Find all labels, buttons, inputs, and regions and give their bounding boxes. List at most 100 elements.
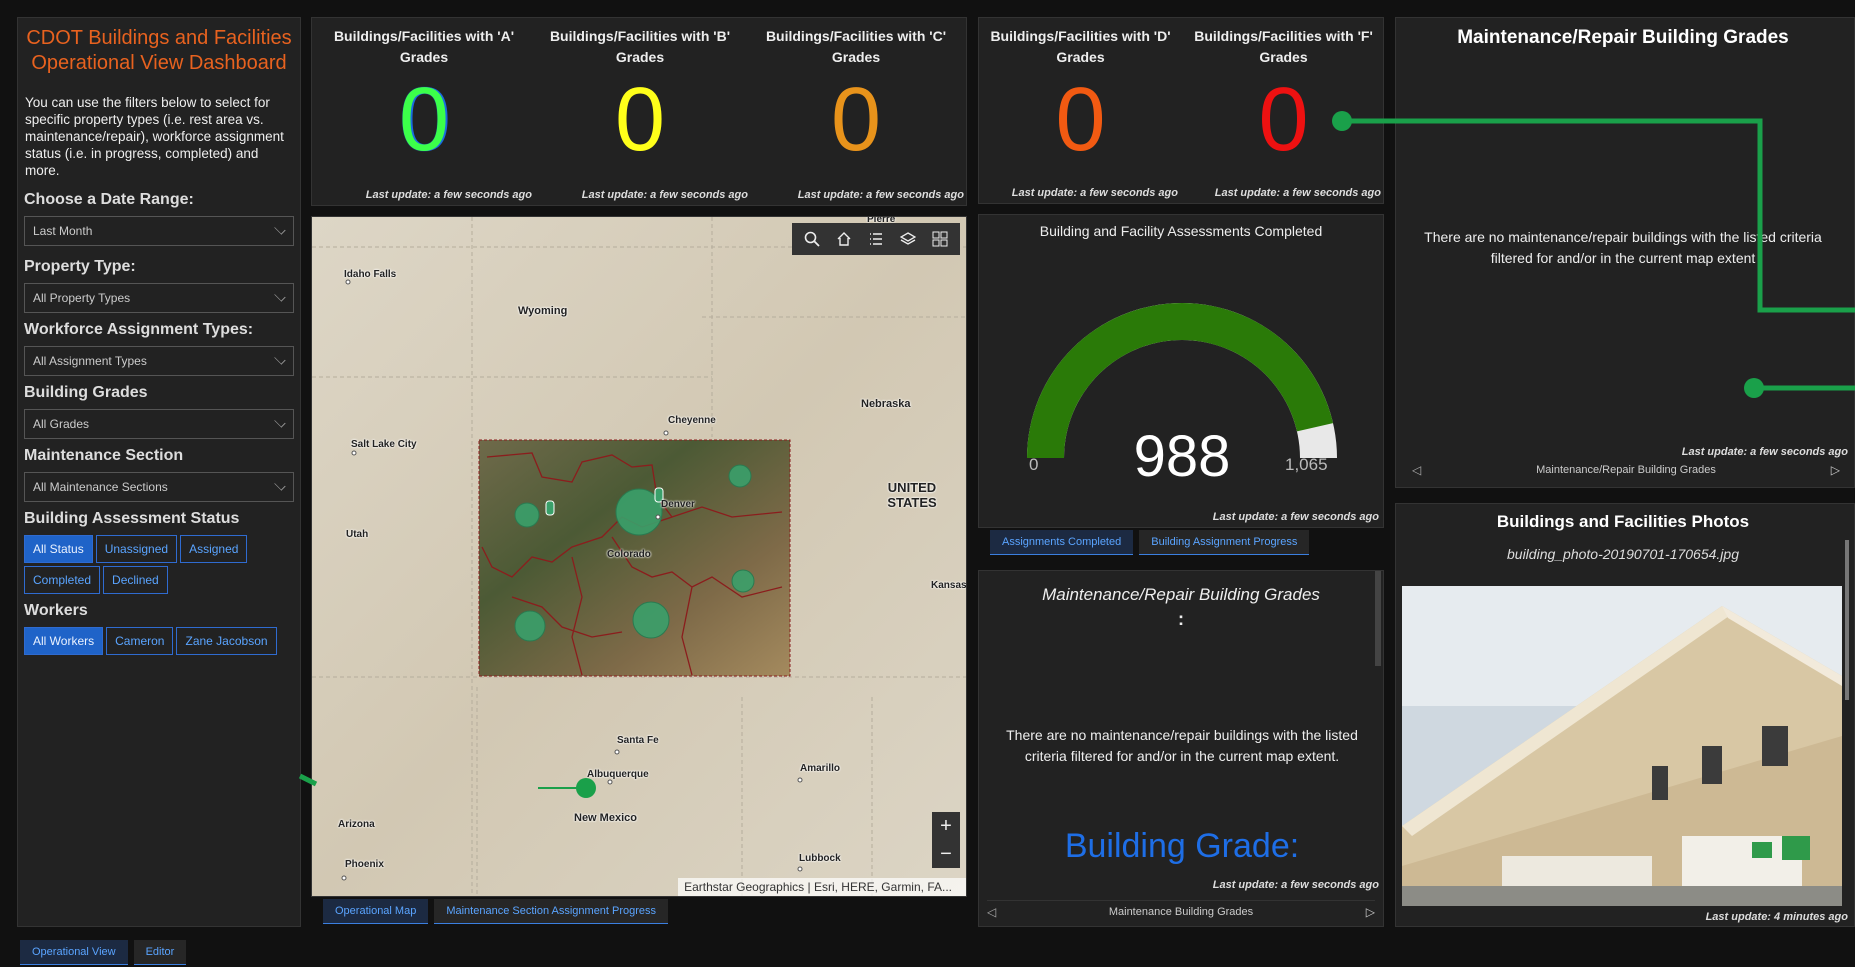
worker-buttons: All Workers Cameron Zane Jacobson (24, 627, 294, 655)
chevron-right-icon[interactable]: ▷ (1831, 463, 1840, 477)
kpi-updated: Last update: a few seconds ago (581, 189, 748, 201)
date-range-select[interactable]: Last Month (24, 216, 294, 246)
map-label: Cheyenne (668, 415, 716, 426)
legend-icon[interactable] (860, 226, 892, 252)
assessments-gauge-panel: Building and Facility Assessments Comple… (978, 214, 1384, 528)
maintenance-section-select[interactable]: All Maintenance Sections (24, 472, 294, 502)
filter-sidebar: CDOT Buildings and Facilities Operationa… (17, 17, 301, 927)
basemap-gallery-icon[interactable] (924, 226, 956, 252)
photos-panel: Buildings and Facilities Photos building… (1395, 503, 1855, 927)
map-toolbar (792, 223, 960, 255)
home-icon[interactable] (828, 226, 860, 252)
kpi-updated: Last update: a few seconds ago (365, 189, 532, 201)
workforce-type-value: All Assignment Types (33, 354, 147, 368)
maintenance-grades-message: There are no maintenance/repair building… (1424, 229, 1822, 266)
gauge-tabs: Assignments Completed Building Assignmen… (990, 530, 1310, 555)
tab-operational-map[interactable]: Operational Map (323, 899, 429, 924)
maintenance-section-label: Maintenance Section (24, 447, 184, 464)
status-button-all[interactable]: All Status (24, 535, 93, 563)
kpi-grade-d[interactable]: Buildings/Facilities with 'D' Grades 0 L… (979, 18, 1182, 203)
chevron-left-icon[interactable]: ◁ (1412, 463, 1421, 477)
kpi-title: Buildings/Facilities with 'C' Grades (765, 28, 947, 65)
grade-detail-nav-label: Maintenance Building Grades (1108, 905, 1254, 918)
grade-detail-colon: : (1178, 609, 1184, 629)
status-button-completed[interactable]: Completed (24, 566, 101, 594)
chevron-left-icon[interactable]: ◁ (987, 905, 996, 919)
status-button-unassigned[interactable]: Unassigned (95, 535, 178, 563)
status-button-assigned[interactable]: Assigned (180, 535, 248, 563)
zoom-in-button[interactable]: + (932, 812, 960, 840)
gauge-max: 1,065 (1285, 455, 1328, 474)
chevron-right-icon[interactable]: ▷ (1366, 905, 1375, 919)
kpi-grade-c[interactable]: Buildings/Facilities with 'C' Grades 0 L… (744, 18, 968, 205)
building-grades-select[interactable]: All Grades (24, 409, 294, 439)
kpi-updated: Last update: a few seconds ago (1011, 187, 1178, 199)
property-type-select[interactable]: All Property Types (24, 283, 294, 313)
gauge-title: Building and Facility Assessments Comple… (1039, 223, 1323, 239)
workforce-type-label: Workforce Assignment Types: (24, 321, 254, 338)
kpi-grade-a[interactable]: Buildings/Facilities with 'A' Grades 0 L… (312, 18, 536, 205)
kpi-value: 0 (614, 70, 666, 170)
worker-button-cameron[interactable]: Cameron (106, 627, 174, 655)
kpi-grade-f[interactable]: Buildings/Facilities with 'F' Grades 0 L… (1182, 18, 1385, 203)
property-type-label: Property Type: (24, 258, 136, 275)
chevron-down-icon (274, 479, 286, 491)
map-label: Denver (661, 499, 695, 510)
date-range-value: Last Month (33, 224, 93, 238)
tab-editor[interactable]: Editor (133, 940, 187, 965)
kpi-updated: Last update: a few seconds ago (797, 189, 964, 201)
building-photo[interactable] (1402, 586, 1842, 906)
map-label: Kansas (931, 580, 967, 591)
kpi-title: Buildings/Facilities with 'A' Grades (333, 28, 515, 65)
property-type-value: All Property Types (33, 291, 131, 305)
maintenance-grades-pager: ◁ Maintenance/Repair Building Grades ▷ (1412, 459, 1840, 481)
kpi-title: Buildings/Facilities with 'B' Grades (549, 28, 731, 65)
worker-button-all[interactable]: All Workers (24, 627, 104, 655)
operational-map[interactable]: Idaho Falls Wyoming Cheyenne Nebraska Sa… (311, 216, 967, 897)
kpi-value: 0 (1258, 70, 1309, 170)
map-label: Wyoming (518, 305, 568, 317)
grade-detail-message: There are no maintenance/repair building… (1006, 727, 1358, 764)
map-label: Albuquerque (587, 769, 649, 780)
workforce-type-select[interactable]: All Assignment Types (24, 346, 294, 376)
tab-section-assignment-progress[interactable]: Maintenance Section Assignment Progress (434, 899, 669, 924)
scrollbar[interactable] (1375, 571, 1381, 666)
map-label: Phoenix (345, 859, 384, 870)
kpi-grade-b[interactable]: Buildings/Facilities with 'B' Grades 0 L… (528, 18, 752, 205)
maintenance-grades-panel: Maintenance/Repair Building Grades There… (1395, 17, 1855, 488)
grade-detail-panel: Maintenance/Repair Building Grades : The… (978, 570, 1384, 927)
kpi-title: Buildings/Facilities with 'F' Grades (1194, 28, 1373, 65)
maintenance-grades-updated: Last update: a few seconds ago (1681, 446, 1848, 458)
map-label: Utah (346, 529, 369, 540)
kpi-value: 0 (398, 70, 450, 170)
status-button-declined[interactable]: Declined (103, 566, 168, 594)
map-label: Arizona (338, 819, 375, 830)
zoom-out-button[interactable]: − (932, 840, 960, 868)
kpi-updated: Last update: a few seconds ago (1214, 187, 1381, 199)
tab-building-assignment-progress[interactable]: Building Assignment Progress (1139, 530, 1310, 555)
zoom-controls: + − (932, 812, 960, 868)
worker-button-zane[interactable]: Zane Jacobson (176, 627, 277, 655)
kpi-value: 0 (1055, 70, 1106, 170)
grade-detail-title: Maintenance/Repair Building Grades (1042, 585, 1320, 604)
chevron-down-icon (274, 353, 286, 365)
gauge-updated: Last update: a few seconds ago (1212, 511, 1379, 523)
maintenance-grades-nav-label: Maintenance/Repair Building Grades (1536, 464, 1716, 476)
building-grades-value: All Grades (33, 417, 90, 431)
kpi-title: Buildings/Facilities with 'D' Grades (990, 28, 1171, 65)
tab-assignments-completed[interactable]: Assignments Completed (990, 530, 1134, 555)
kpi-group-abc: Buildings/Facilities with 'A' Grades 0 L… (311, 17, 967, 206)
grade-detail-updated: Last update: a few seconds ago (1212, 879, 1379, 891)
assessment-status-buttons: All Status Unassigned Assigned Completed… (24, 535, 294, 594)
map-tabs: Operational Map Maintenance Section Assi… (323, 899, 669, 924)
photos-title: Buildings and Facilities Photos (1496, 512, 1750, 531)
maintenance-grades-title: Maintenance/Repair Building Grades (1457, 27, 1789, 48)
search-icon[interactable] (796, 226, 828, 252)
layers-icon[interactable] (892, 226, 924, 252)
chevron-down-icon (274, 223, 286, 235)
map-label: Salt Lake City (351, 439, 417, 450)
kpi-value: 0 (830, 70, 882, 170)
tab-operational-view[interactable]: Operational View (20, 940, 128, 965)
view-tabs: Operational View Editor (20, 940, 187, 965)
map-label: UNITED STATES (887, 480, 937, 510)
